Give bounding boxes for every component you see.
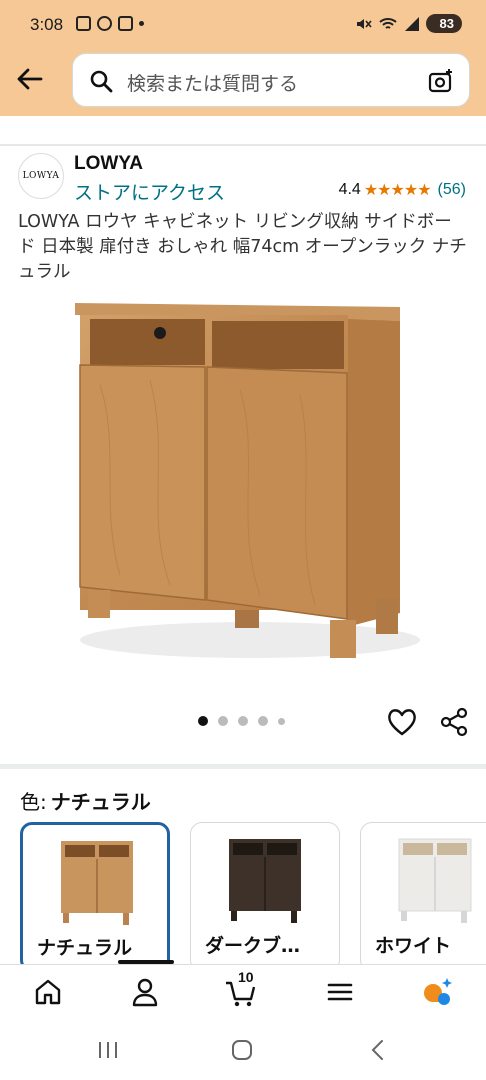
review-count[interactable]: (56) [438,181,466,199]
color-option-white[interactable]: ホワイト [360,822,486,972]
status-bar: 3:08 83 [0,0,486,52]
back-arrow-icon[interactable] [14,64,44,94]
color-option-dark-brown[interactable]: ダークブ… [190,822,340,972]
home-button-icon[interactable] [230,1038,254,1062]
share-icon[interactable] [438,706,470,738]
menu-icon[interactable] [323,975,357,1009]
status-notification-icons [76,16,144,31]
system-back-icon[interactable] [366,1038,390,1062]
cart-count-badge: 10 [238,969,254,985]
swatch-image-dark-brown [229,839,301,923]
rufus-icon[interactable] [420,975,454,1009]
product-image[interactable] [60,295,420,670]
line-icon [97,16,112,31]
color-swatches: ナチュラル ダークブ… ホワイト [20,822,486,972]
dot-icon [139,21,144,26]
image-carousel-dots[interactable] [198,716,285,726]
account-icon[interactable] [128,975,162,1009]
swatch-image-white [398,838,472,923]
camera-search-icon[interactable] [427,67,455,95]
selected-color-name: ナチュラル [50,790,151,814]
wishlist-heart-icon[interactable] [386,706,418,738]
system-navigation-bar [0,1022,486,1080]
color-label-prefix: 色: [20,790,47,814]
divider [0,144,486,146]
search-placeholder: 検索または質問する [127,73,299,95]
rating-summary[interactable]: 4.4 ★★★★★ (56) [339,180,466,200]
brand-logo[interactable]: LOWYA [18,153,64,199]
search-bar[interactable]: 検索または質問する [72,53,470,107]
brand-logo-text: LOWYA [22,171,60,181]
carousel-dot[interactable] [278,717,285,725]
color-option-label: ダークブ… [205,935,301,957]
rating-value: 4.4 [338,181,361,198]
product-title: LOWYA ロウヤ キャビネット リビング収納 サイドボード 日本製 扉付き お… [18,212,467,282]
recent-apps-icon[interactable] [96,1038,120,1062]
signal-icon [404,16,419,31]
carousel-dot[interactable] [198,716,208,726]
battery-icon: 83 [425,14,462,33]
status-system-icons: 83 [354,14,462,33]
mute-icon [356,18,372,29]
color-option-label: ホワイト [375,935,452,957]
carousel-dot[interactable] [238,716,248,726]
visit-store-link[interactable]: ストアにアクセス [74,178,225,205]
swatch-image-natural [61,841,133,925]
home-icon[interactable] [31,975,65,1009]
color-option-label: ナチュラル [37,937,133,959]
brand-name[interactable]: LOWYA [74,153,143,175]
star-rating-icon: ★★★★★ [363,182,432,199]
section-divider [0,764,486,769]
gmail-icon [118,16,133,31]
color-label: 色: ナチュラル [20,786,151,815]
carousel-dot[interactable] [218,716,228,726]
app-header: 3:08 83 検索または質問する [0,0,486,116]
color-option-natural[interactable]: ナチュラル [20,822,170,972]
screenshot-icon [76,16,91,31]
bottom-navigation: 10 [0,964,486,1022]
search-icon [90,70,113,93]
wifi-icon [378,17,397,29]
carousel-dot[interactable] [258,716,268,726]
status-time: 3:08 [30,15,64,34]
